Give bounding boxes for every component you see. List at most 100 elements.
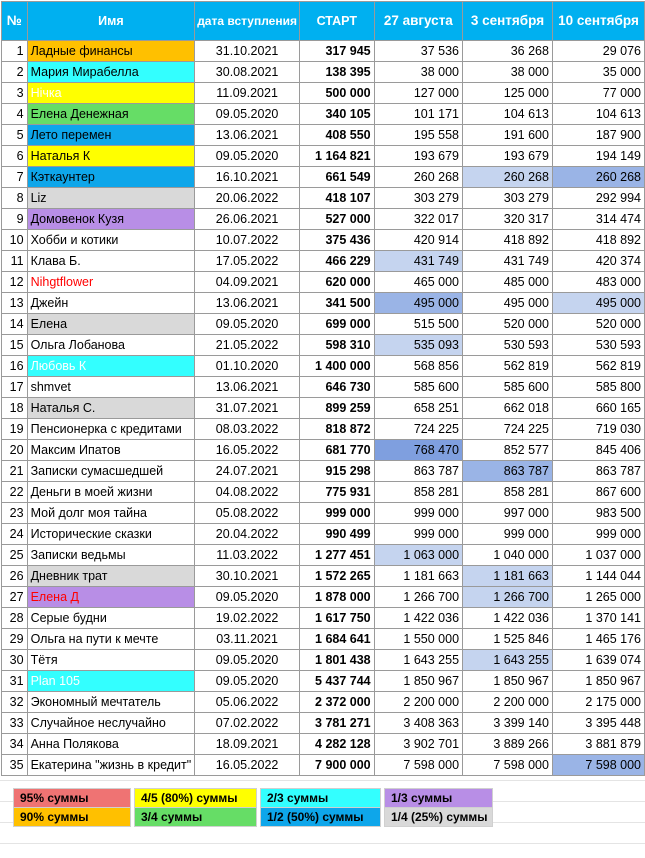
start-amount-cell[interactable]: 317 945 <box>298 40 375 62</box>
aug-27-cell[interactable]: 127 000 <box>373 82 464 104</box>
sep-3-cell[interactable]: 418 892 <box>462 229 553 251</box>
name-cell[interactable]: Экономный мечтатель <box>26 691 196 713</box>
name-cell[interactable]: Анна Полякова <box>26 733 196 755</box>
sep-10-cell[interactable]: 983 500 <box>551 502 645 524</box>
sep-10-cell[interactable]: 3 395 448 <box>551 712 645 734</box>
start-amount-cell[interactable]: 418 107 <box>298 187 375 209</box>
aug-27-cell[interactable]: 1 850 967 <box>373 670 464 692</box>
start-amount-cell[interactable]: 1 878 000 <box>298 586 375 608</box>
start-amount-cell[interactable]: 999 000 <box>298 502 375 524</box>
name-cell[interactable]: Кэткаунтер <box>26 166 196 188</box>
start-amount-cell[interactable]: 699 000 <box>298 313 375 335</box>
sep-3-cell[interactable]: 1 266 700 <box>462 586 553 608</box>
sep-3-cell[interactable]: 303 279 <box>462 187 553 209</box>
start-amount-cell[interactable]: 341 500 <box>298 292 375 314</box>
sep-10-cell[interactable]: 863 787 <box>551 460 645 482</box>
join-date-cell[interactable]: 04.09.2021 <box>194 271 300 293</box>
sep-3-cell[interactable]: 1 181 663 <box>462 565 553 587</box>
sep-3-cell[interactable]: 1 525 846 <box>462 628 553 650</box>
sep-10-cell[interactable]: 1 465 176 <box>551 628 645 650</box>
join-date-cell[interactable]: 30.08.2021 <box>194 61 300 83</box>
name-cell[interactable]: Лето перемен <box>26 124 196 146</box>
name-cell[interactable]: Plan 105 <box>26 670 196 692</box>
start-amount-cell[interactable]: 408 550 <box>298 124 375 146</box>
row-number-cell[interactable]: 24 <box>1 523 28 545</box>
join-date-cell[interactable]: 17.05.2022 <box>194 250 300 272</box>
start-amount-cell[interactable]: 7 900 000 <box>298 754 375 776</box>
start-amount-cell[interactable]: 3 781 271 <box>298 712 375 734</box>
sep-10-cell[interactable]: 1 850 967 <box>551 670 645 692</box>
header-name[interactable]: Имя <box>26 1 196 41</box>
sep-10-cell[interactable]: 530 593 <box>551 334 645 356</box>
sep-10-cell[interactable]: 845 406 <box>551 439 645 461</box>
sep-10-cell[interactable]: 520 000 <box>551 313 645 335</box>
header-start[interactable]: СТАРТ <box>298 1 375 41</box>
start-amount-cell[interactable]: 375 436 <box>298 229 375 251</box>
row-number-cell[interactable]: 12 <box>1 271 28 293</box>
row-number-cell[interactable]: 21 <box>1 460 28 482</box>
row-number-cell[interactable]: 22 <box>1 481 28 503</box>
start-amount-cell[interactable]: 4 282 128 <box>298 733 375 755</box>
name-cell[interactable]: Клава Б. <box>26 250 196 272</box>
aug-27-cell[interactable]: 515 500 <box>373 313 464 335</box>
sep-10-cell[interactable]: 418 892 <box>551 229 645 251</box>
name-cell[interactable]: Екатерина "жизнь в кредит" <box>26 754 196 776</box>
join-date-cell[interactable]: 26.06.2021 <box>194 208 300 230</box>
row-number-cell[interactable]: 26 <box>1 565 28 587</box>
join-date-cell[interactable]: 13.06.2021 <box>194 292 300 314</box>
header-number[interactable]: № <box>1 1 28 41</box>
aug-27-cell[interactable]: 3 408 363 <box>373 712 464 734</box>
join-date-cell[interactable]: 09.05.2020 <box>194 670 300 692</box>
join-date-cell[interactable]: 20.06.2022 <box>194 187 300 209</box>
sep-3-cell[interactable]: 104 613 <box>462 103 553 125</box>
join-date-cell[interactable]: 09.05.2020 <box>194 586 300 608</box>
row-number-cell[interactable]: 7 <box>1 166 28 188</box>
name-cell[interactable]: Деньги в моей жизни <box>26 481 196 503</box>
header-sep-10[interactable]: 10 сентября <box>551 1 645 41</box>
name-cell[interactable]: Наталья К <box>26 145 196 167</box>
aug-27-cell[interactable]: 195 558 <box>373 124 464 146</box>
join-date-cell[interactable]: 09.05.2020 <box>194 313 300 335</box>
name-cell[interactable]: Записки ведьмы <box>26 544 196 566</box>
start-amount-cell[interactable]: 990 499 <box>298 523 375 545</box>
start-amount-cell[interactable]: 5 437 744 <box>298 670 375 692</box>
row-number-cell[interactable]: 2 <box>1 61 28 83</box>
name-cell[interactable]: Nihgtflower <box>26 271 196 293</box>
aug-27-cell[interactable]: 3 902 701 <box>373 733 464 755</box>
join-date-cell[interactable]: 16.05.2022 <box>194 754 300 776</box>
row-number-cell[interactable]: 33 <box>1 712 28 734</box>
join-date-cell[interactable]: 07.02.2022 <box>194 712 300 734</box>
sep-10-cell[interactable]: 35 000 <box>551 61 645 83</box>
start-amount-cell[interactable]: 646 730 <box>298 376 375 398</box>
name-cell[interactable]: Серые будни <box>26 607 196 629</box>
aug-27-cell[interactable]: 535 093 <box>373 334 464 356</box>
name-cell[interactable]: Хобби и котики <box>26 229 196 251</box>
start-amount-cell[interactable]: 2 372 000 <box>298 691 375 713</box>
sep-3-cell[interactable]: 863 787 <box>462 460 553 482</box>
sep-3-cell[interactable]: 1 040 000 <box>462 544 553 566</box>
aug-27-cell[interactable]: 1 063 000 <box>373 544 464 566</box>
sep-3-cell[interactable]: 858 281 <box>462 481 553 503</box>
aug-27-cell[interactable]: 322 017 <box>373 208 464 230</box>
name-cell[interactable]: Ладные финансы <box>26 40 196 62</box>
join-date-cell[interactable]: 19.02.2022 <box>194 607 300 629</box>
sep-10-cell[interactable]: 2 175 000 <box>551 691 645 713</box>
name-cell[interactable]: Максим Ипатов <box>26 439 196 461</box>
sep-10-cell[interactable]: 660 165 <box>551 397 645 419</box>
row-number-cell[interactable]: 9 <box>1 208 28 230</box>
aug-27-cell[interactable]: 193 679 <box>373 145 464 167</box>
start-amount-cell[interactable]: 598 310 <box>298 334 375 356</box>
row-number-cell[interactable]: 23 <box>1 502 28 524</box>
name-cell[interactable]: Пенсионерка с кредитами <box>26 418 196 440</box>
join-date-cell[interactable]: 13.06.2021 <box>194 376 300 398</box>
aug-27-cell[interactable]: 7 598 000 <box>373 754 464 776</box>
aug-27-cell[interactable]: 768 470 <box>373 439 464 461</box>
join-date-cell[interactable]: 09.05.2020 <box>194 103 300 125</box>
join-date-cell[interactable]: 16.10.2021 <box>194 166 300 188</box>
sep-10-cell[interactable]: 29 076 <box>551 40 645 62</box>
sep-10-cell[interactable]: 104 613 <box>551 103 645 125</box>
sep-10-cell[interactable]: 3 881 879 <box>551 733 645 755</box>
join-date-cell[interactable]: 16.05.2022 <box>194 439 300 461</box>
row-number-cell[interactable]: 25 <box>1 544 28 566</box>
sep-3-cell[interactable]: 7 598 000 <box>462 754 553 776</box>
